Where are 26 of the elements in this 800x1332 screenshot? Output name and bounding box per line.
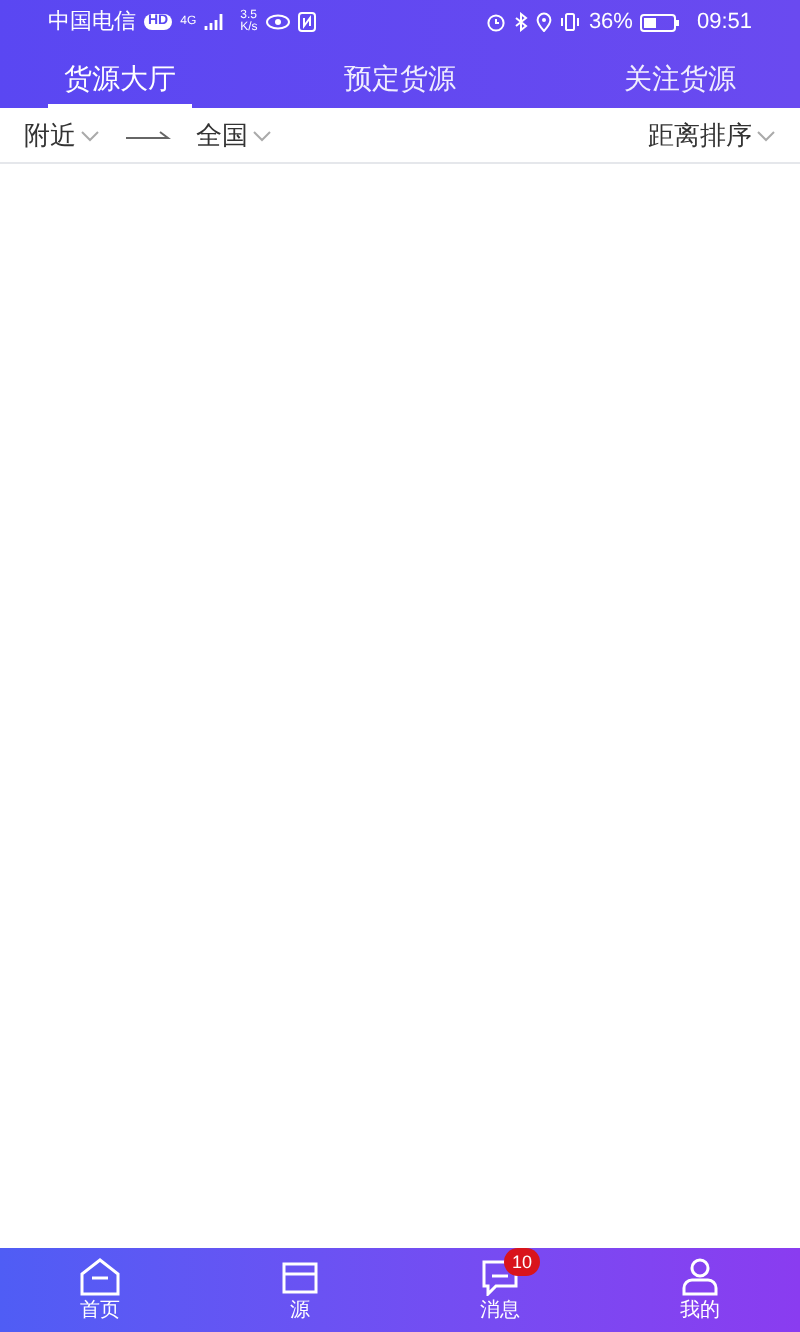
tab[interactable]: 预定货源: [328, 44, 472, 108]
tab[interactable]: 货源大厅: [48, 44, 192, 108]
battery-icon: [640, 13, 681, 31]
caret-icon: [252, 129, 272, 141]
caret-icon: [80, 129, 100, 141]
user-icon: [678, 1255, 722, 1295]
signal-icon: [204, 14, 225, 30]
carrier-label: 中国电信: [48, 7, 136, 38]
nfc-icon: [297, 12, 316, 32]
caret-icon: [756, 129, 776, 141]
unread-badge: 10: [504, 1247, 541, 1275]
bluetooth-icon: [514, 12, 529, 32]
tab[interactable]: 关注货源: [608, 44, 752, 108]
battery-percent: 36%: [588, 7, 633, 38]
location-icon: [536, 12, 553, 32]
vibrate-icon: [560, 12, 581, 32]
home-icon: [78, 1255, 122, 1295]
clock-time: 09:51: [696, 7, 752, 38]
sort-dropdown[interactable]: 距离排序: [648, 115, 776, 155]
alarm-icon: [486, 12, 507, 32]
nav-tab[interactable]: 源: [240, 1255, 360, 1325]
destination-dropdown[interactable]: 全国: [196, 115, 272, 155]
nav-tab[interactable]: 我的: [640, 1255, 760, 1325]
origin-dropdown[interactable]: 附近: [24, 115, 100, 155]
eye-icon: [265, 14, 290, 30]
nav-tab[interactable]: 首页: [40, 1255, 160, 1325]
